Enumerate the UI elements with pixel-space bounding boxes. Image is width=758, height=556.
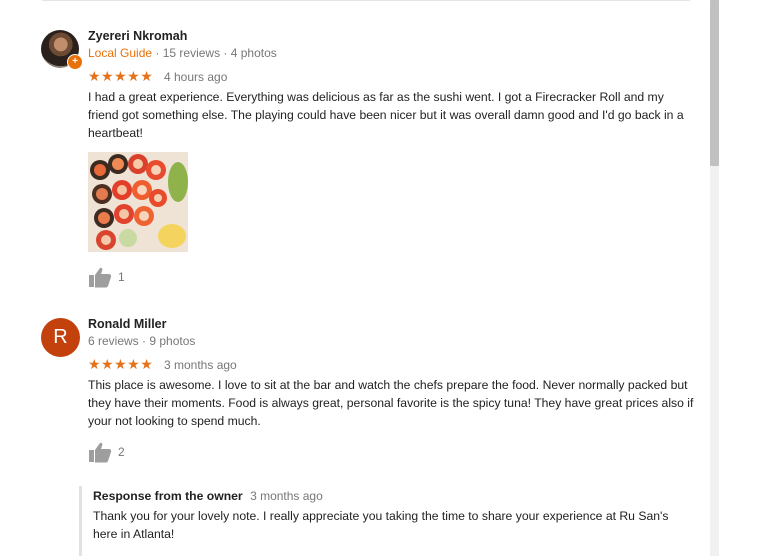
star-rating: ★★★★★ [88,356,154,372]
owner-response-time: 3 months ago [250,489,323,503]
review-photo[interactable] [88,152,188,252]
reviewer-stats: · 15 reviews · 4 photos [155,46,277,60]
sushi-photo-graphic [88,152,188,252]
reviewer-stats: 6 reviews · 9 photos [88,334,196,348]
local-guide-badge-icon: + [67,54,83,70]
star-rating: ★★★★★ [88,68,154,84]
reviewer-name[interactable]: Zyereri Nkromah [88,29,187,43]
like-count: 1 [118,270,125,284]
avatar[interactable]: + [41,30,83,70]
thumbs-up-icon [89,442,112,463]
avatar[interactable]: R [41,318,80,357]
thumbs-up-icon [89,267,112,288]
review-text: This place is awesome. I love to sit at … [88,378,694,428]
review-text: I had a great experience. Everything was… [88,90,684,140]
top-divider [42,0,690,1]
local-guide-label: Local Guide [88,46,153,60]
review-time: 4 hours ago [164,70,228,84]
scrollbar[interactable] [710,0,719,556]
owner-response-text: Thank you for your lovely note. I really… [93,509,669,541]
owner-response-title: Response from the owner 3 months ago [93,489,323,503]
reviewer-meta: Local Guide · 15 reviews · 4 photos [88,46,277,60]
reviewer-name[interactable]: Ronald Miller [88,317,166,331]
scrollbar-thumb[interactable] [710,0,719,166]
owner-response: Response from the owner 3 months ago Tha… [79,486,702,556]
owner-response-label: Response from the owner [93,489,243,503]
review-time: 3 months ago [164,358,237,372]
like-count: 2 [118,445,125,459]
